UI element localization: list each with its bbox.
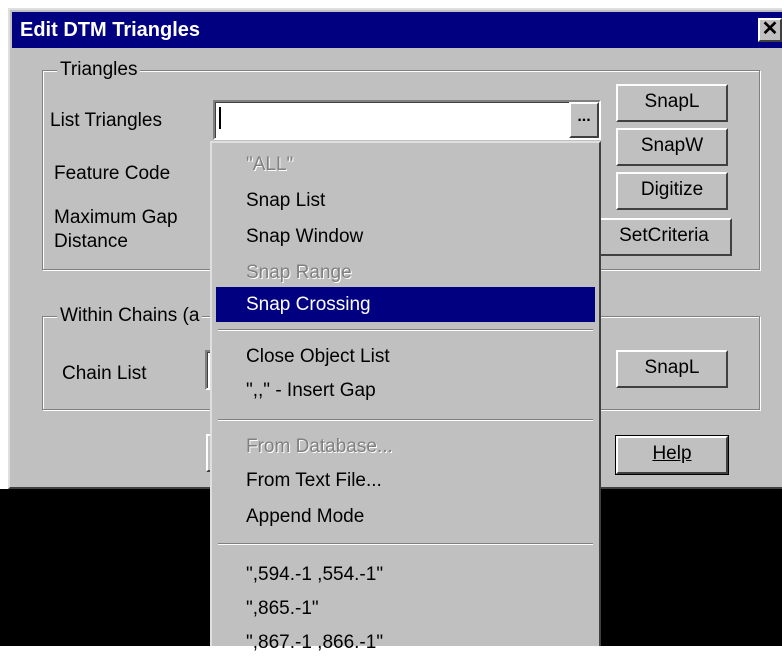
help-button[interactable]: Help	[615, 435, 729, 475]
close-icon[interactable]: ✕	[758, 18, 782, 42]
menu-item-snap-range[interactable]: Snap Range	[216, 255, 595, 290]
menu-item-history-2[interactable]: ",865.-1"	[216, 591, 595, 626]
menu-item-close-object-list[interactable]: Close Object List	[216, 339, 595, 374]
menu-item-all[interactable]: "ALL"	[216, 147, 595, 182]
chain-list-label: Chain List	[62, 363, 147, 384]
feature-code-label: Feature Code	[54, 163, 171, 184]
window-title: Edit DTM Triangles	[20, 19, 201, 41]
menu-item-history-3[interactable]: ",867.-1 ,866.-1"	[216, 625, 595, 660]
list-triangles-dropdown: "ALL" Snap List Snap Window Snap Range S…	[210, 141, 601, 653]
menu-item-snap-crossing[interactable]: Snap Crossing	[216, 287, 595, 322]
menu-item-history-1[interactable]: ",594.-1 ,554.-1"	[216, 557, 595, 592]
setcriteria-button[interactable]: SetCriteria	[596, 218, 732, 256]
snapw-button[interactable]: SnapW	[616, 128, 728, 166]
menu-item-insert-gap[interactable]: ",," - Insert Gap	[216, 373, 595, 408]
menu-separator	[218, 329, 593, 331]
distance-label: Distance	[54, 231, 128, 252]
menu-item-from-database[interactable]: From Database...	[216, 429, 595, 464]
browse-button[interactable]: ...	[569, 102, 599, 138]
menu-separator	[218, 543, 593, 545]
menu-separator	[218, 419, 593, 421]
snapl-button[interactable]: SnapL	[616, 84, 728, 122]
chains-snapl-button[interactable]: SnapL	[616, 350, 728, 388]
list-triangles-input[interactable]: ...	[213, 100, 601, 140]
menu-item-append-mode[interactable]: Append Mode	[216, 499, 595, 534]
within-chains-group-title: Within Chains (a	[57, 304, 203, 328]
menu-item-from-text-file[interactable]: From Text File...	[216, 463, 595, 498]
menu-item-snap-list[interactable]: Snap List	[216, 183, 595, 218]
title-bar[interactable]: Edit DTM Triangles ✕	[12, 12, 782, 48]
menu-item-snap-window[interactable]: Snap Window	[216, 219, 595, 254]
maximum-gap-label: Maximum Gap	[54, 207, 178, 228]
triangles-group-title: Triangles	[57, 58, 141, 82]
list-triangles-label: List Triangles	[50, 110, 162, 131]
digitize-button[interactable]: Digitize	[616, 172, 728, 210]
help-button-label: Help	[652, 443, 692, 464]
text-caret	[219, 107, 221, 129]
